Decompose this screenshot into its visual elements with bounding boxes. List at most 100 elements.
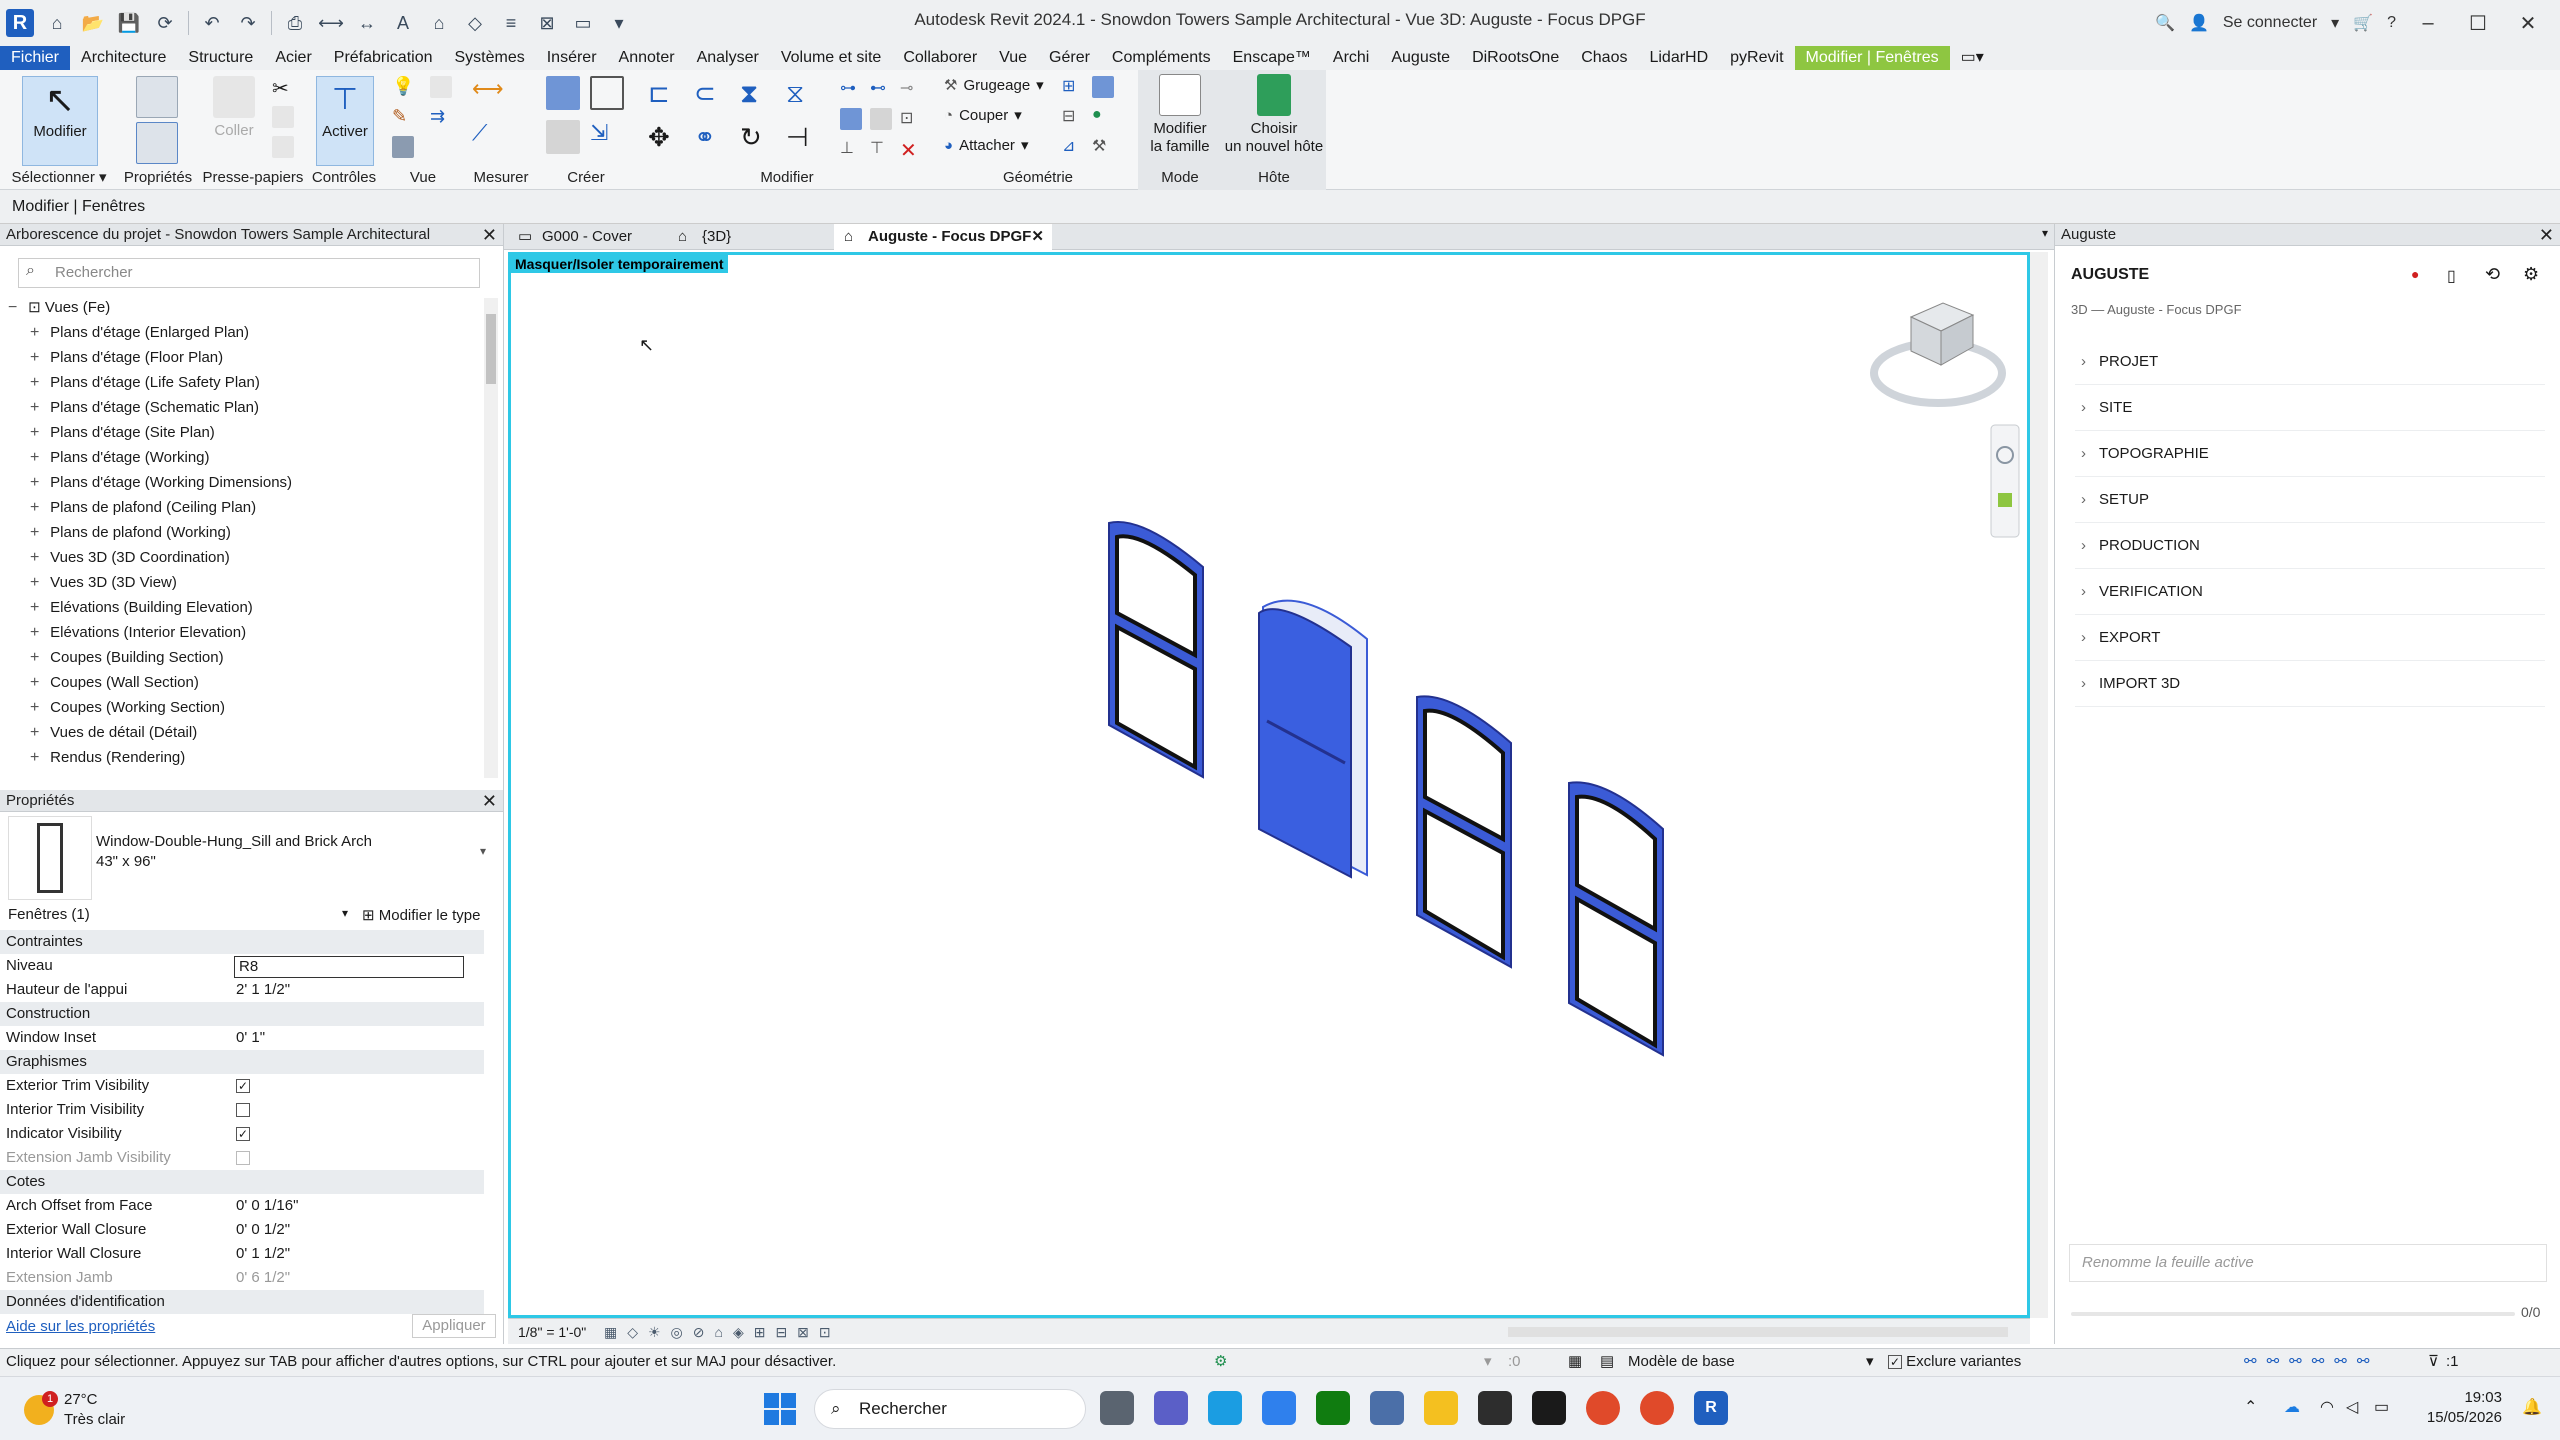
tab-volume-site[interactable]: Volume et site bbox=[770, 46, 893, 70]
mirror-axis-icon[interactable]: ⧗ bbox=[740, 78, 772, 110]
rotate-icon[interactable]: ↻ bbox=[740, 122, 772, 154]
window-icon[interactable]: ▯ bbox=[2447, 266, 2456, 286]
thin-lines-icon[interactable]: ≡ bbox=[498, 10, 524, 36]
tab-modifier-fenetres[interactable]: Modifier | Fenêtres bbox=[1794, 46, 1950, 70]
auguste-section-projet[interactable]: › PROJET bbox=[2081, 352, 2158, 372]
chevron-down-icon[interactable]: ▾ bbox=[480, 844, 486, 858]
close-icon[interactable]: ✕ bbox=[2539, 224, 2554, 246]
tree-item[interactable]: + Plans d'étage (Life Safety Plan) bbox=[30, 373, 260, 393]
align-icon[interactable]: ⊏ bbox=[648, 78, 680, 110]
browser-search-input[interactable]: Rechercher bbox=[18, 258, 480, 288]
view-controls-icons[interactable]: ▦◇☀◎⊘⌂◈⊞⊟⊠⊡ bbox=[604, 1319, 841, 1345]
window-element-selected[interactable] bbox=[1258, 599, 1368, 879]
tab-annoter[interactable]: Annoter bbox=[608, 46, 686, 70]
choisir-hote-button[interactable]: Choisir un nouvel hôte bbox=[1224, 74, 1324, 156]
auguste-section-import-3d[interactable]: › IMPORT 3D bbox=[2081, 674, 2180, 694]
collapse-icon[interactable]: − bbox=[8, 298, 24, 318]
indicator-checkbox[interactable]: ✓ bbox=[236, 1127, 250, 1142]
expand-icon[interactable]: + bbox=[30, 573, 46, 593]
hide-icon[interactable] bbox=[430, 76, 452, 98]
expand-icon[interactable]: + bbox=[30, 498, 46, 518]
close-hidden-icon[interactable]: ⊠ bbox=[534, 10, 560, 36]
create-similar-icon[interactable]: ⇲ bbox=[590, 120, 624, 154]
tab-structure[interactable]: Structure bbox=[177, 46, 264, 70]
view-vertical-scrollbar[interactable] bbox=[2030, 252, 2048, 1318]
record-icon[interactable]: ● bbox=[2411, 266, 2419, 282]
binoculars-icon[interactable]: 🔍 bbox=[2155, 13, 2175, 33]
panel-label[interactable]: Sélectionner ▾ bbox=[0, 168, 118, 186]
trim-icon[interactable]: ⊣ bbox=[786, 122, 818, 154]
wifi-icon[interactable]: ◠ bbox=[2320, 1397, 2334, 1417]
tree-item[interactable]: + Plans d'étage (Floor Plan) bbox=[30, 348, 223, 368]
expand-icon[interactable]: + bbox=[30, 698, 46, 718]
measure-distance-icon[interactable]: ⟷ bbox=[472, 76, 508, 101]
design-options-icon[interactable]: ▦ bbox=[1568, 1349, 1582, 1375]
sign-in-link[interactable]: Se connecter bbox=[2223, 14, 2317, 32]
copy-icon[interactable] bbox=[272, 106, 294, 128]
view-scale[interactable]: 1/8" = 1'-0" bbox=[518, 1324, 586, 1340]
demolish-icon[interactable]: ⊿ bbox=[1062, 136, 1084, 158]
filter-zero[interactable]: :0 bbox=[1508, 1349, 1521, 1375]
customize-qat-icon[interactable]: ▾ bbox=[606, 10, 632, 36]
dimension-tool-icon[interactable]: ⟋ bbox=[472, 120, 508, 145]
expand-icon[interactable]: + bbox=[30, 348, 46, 368]
section-graphismes[interactable]: Graphismes bbox=[0, 1050, 484, 1074]
view-horizontal-scrollbar[interactable] bbox=[1508, 1327, 2008, 1337]
linework-icon[interactable] bbox=[392, 136, 414, 158]
tab-complements[interactable]: Compléments bbox=[1101, 46, 1222, 70]
grugeage-button[interactable]: ⚒ Grugeage ▾ bbox=[944, 76, 1044, 95]
delete-icon[interactable]: ✕ bbox=[900, 138, 922, 162]
window-element-1[interactable] bbox=[1108, 521, 1204, 779]
history-icon[interactable]: ⟲ bbox=[2485, 264, 2500, 285]
prop-exterior-wall-closure[interactable]: Exterior Wall Closure 0' 0 1/2" bbox=[6, 1218, 484, 1242]
tab-systemes[interactable]: Systèmes bbox=[443, 46, 535, 70]
volume-icon[interactable]: ◁ bbox=[2346, 1397, 2358, 1417]
tab-auguste[interactable]: Auguste bbox=[1380, 46, 1461, 70]
tree-item[interactable]: + Plans d'étage (Schematic Plan) bbox=[30, 398, 259, 418]
terminal-icon[interactable] bbox=[1478, 1391, 1512, 1425]
expand-icon[interactable]: + bbox=[30, 598, 46, 618]
exterior-trim-checkbox[interactable]: ✓ bbox=[236, 1079, 250, 1094]
text-icon[interactable]: A bbox=[390, 10, 416, 36]
tree-root[interactable]: − ⊡ Vues (Fe) bbox=[8, 298, 110, 318]
prop-hauteur-appui[interactable]: Hauteur de l'appui 2' 1 1/2" bbox=[6, 978, 484, 1002]
tree-item[interactable]: + Plans de plafond (Ceiling Plan) bbox=[30, 498, 256, 518]
tree-item[interactable]: + Coupes (Wall Section) bbox=[30, 673, 199, 693]
minimize-icon[interactable]: – bbox=[2410, 12, 2446, 35]
scrollbar-thumb[interactable] bbox=[486, 314, 496, 384]
tab-3d[interactable]: ⌂ {3D} bbox=[668, 224, 834, 250]
modifier-button[interactable]: ↖ Modifier bbox=[22, 76, 98, 166]
section-icon[interactable]: ◇ bbox=[462, 10, 488, 36]
tab-g000-cover[interactable]: ▭ G000 - Cover bbox=[508, 224, 668, 250]
tab-auguste-focus[interactable]: ⌂ Auguste - Focus DPGF ✕ bbox=[834, 224, 1052, 250]
tree-item[interactable]: + Plans d'étage (Enlarged Plan) bbox=[30, 323, 249, 343]
section-cotes[interactable]: Cotes bbox=[0, 1170, 484, 1194]
worksets-icon[interactable]: ⚙ bbox=[1214, 1349, 1227, 1375]
tab-vue[interactable]: Vue bbox=[988, 46, 1038, 70]
expand-icon[interactable]: + bbox=[30, 523, 46, 543]
scale-icon[interactable] bbox=[870, 108, 892, 130]
model-icon[interactable]: ▤ bbox=[1600, 1349, 1614, 1375]
brush-icon[interactable]: ✎ bbox=[392, 106, 414, 128]
taskbar-search[interactable]: ⌕ Rechercher bbox=[814, 1389, 1086, 1429]
paint-face-icon[interactable]: ● bbox=[1092, 106, 1114, 128]
activer-button[interactable]: ⊤ Activer bbox=[316, 76, 374, 166]
section-donnees-identification[interactable]: Données d'identification bbox=[0, 1290, 484, 1314]
tree-item[interactable]: + Coupes (Working Section) bbox=[30, 698, 225, 718]
edit-type-button[interactable]: ⊞ Modifier le type bbox=[362, 906, 480, 924]
clock-date[interactable]: 15/05/2026 bbox=[2414, 1409, 2502, 1426]
rename-sheet-input[interactable]: Renomme la feuille active bbox=[2069, 1244, 2547, 1282]
tree-item[interactable]: + Plans d'étage (Working Dimensions) bbox=[30, 473, 292, 493]
tree-item[interactable]: + Plans de plafond (Working) bbox=[30, 523, 231, 543]
extend-icon[interactable]: ⊤ bbox=[870, 138, 892, 160]
tree-item[interactable]: + Rendus (Rendering) bbox=[30, 748, 185, 768]
tree-item[interactable]: + Vues 3D (3D Coordination) bbox=[30, 548, 230, 568]
window-element-4[interactable] bbox=[1568, 781, 1664, 1057]
apply-button[interactable]: Appliquer bbox=[412, 1314, 496, 1338]
measure-icon[interactable]: ⟷ bbox=[318, 10, 344, 36]
switch-windows-icon[interactable]: ▭ bbox=[570, 10, 596, 36]
auguste-section-export[interactable]: › EXPORT bbox=[2081, 628, 2160, 648]
prop-window-inset[interactable]: Window Inset 0' 1" bbox=[6, 1026, 484, 1050]
tab-prefabrication[interactable]: Préfabrication bbox=[323, 46, 444, 70]
tab-acier[interactable]: Acier bbox=[264, 46, 322, 70]
